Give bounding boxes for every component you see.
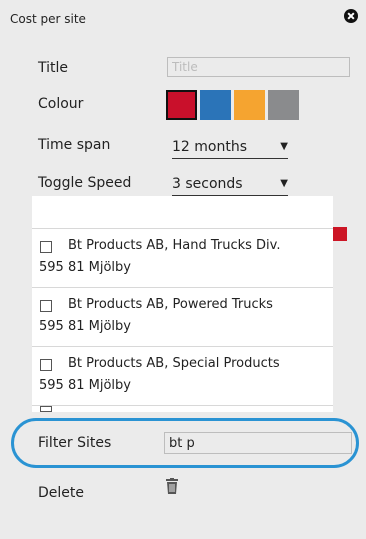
- title-input[interactable]: [167, 57, 350, 77]
- trash-icon[interactable]: [166, 478, 178, 494]
- site-address: 595 81 Mjölby: [39, 319, 131, 334]
- time-span-select[interactable]: 12 months ▼: [172, 136, 288, 159]
- site-item[interactable]: [32, 405, 333, 412]
- site-item[interactable]: Bt Products AB, Powered Trucks 595 81 Mj…: [32, 287, 333, 346]
- site-item[interactable]: Bt Products AB, Hand Trucks Div. 595 81 …: [32, 228, 333, 287]
- site-address: 595 81 Mjölby: [39, 260, 131, 275]
- title-label: Title: [38, 60, 69, 76]
- colour-label: Colour: [38, 96, 84, 112]
- site-name: Bt Products AB, Hand Trucks Div.: [68, 238, 281, 253]
- colour-swatch-red[interactable]: [166, 90, 197, 120]
- filter-sites-label: Filter Sites: [38, 435, 112, 451]
- delete-label: Delete: [38, 485, 84, 501]
- dropdown-caret-icon: ▼: [280, 141, 288, 152]
- site-checkbox[interactable]: [40, 241, 52, 253]
- toggle-speed-select[interactable]: 3 seconds ▼: [172, 173, 288, 196]
- dropdown-caret-icon: ▼: [280, 178, 288, 189]
- scrollbar-thumb[interactable]: [333, 227, 347, 241]
- cost-per-site-panel: Cost per site Title Colour Time span 12 …: [0, 0, 366, 539]
- filter-sites-input[interactable]: [164, 432, 352, 454]
- site-checkbox[interactable]: [40, 300, 52, 312]
- close-icon[interactable]: [344, 9, 358, 23]
- colour-swatch-grey[interactable]: [268, 90, 299, 120]
- colour-swatch-orange[interactable]: [234, 90, 265, 120]
- site-name: Bt Products AB, Special Products: [68, 356, 280, 371]
- panel-header: Cost per site: [0, 0, 366, 40]
- colour-swatch-blue[interactable]: [200, 90, 231, 120]
- site-item[interactable]: Bt Products AB, Special Products 595 81 …: [32, 346, 333, 405]
- site-checkbox[interactable]: [40, 406, 52, 412]
- site-name: Bt Products AB, Powered Trucks: [68, 297, 273, 312]
- toggle-speed-label: Toggle Speed: [38, 175, 132, 191]
- time-span-value: 12 months: [172, 139, 247, 155]
- site-address: 595 81 Mjölby: [39, 378, 131, 393]
- site-checkbox[interactable]: [40, 359, 52, 371]
- time-span-label: Time span: [38, 137, 111, 153]
- panel-title: Cost per site: [10, 12, 86, 26]
- toggle-speed-value: 3 seconds: [172, 176, 243, 192]
